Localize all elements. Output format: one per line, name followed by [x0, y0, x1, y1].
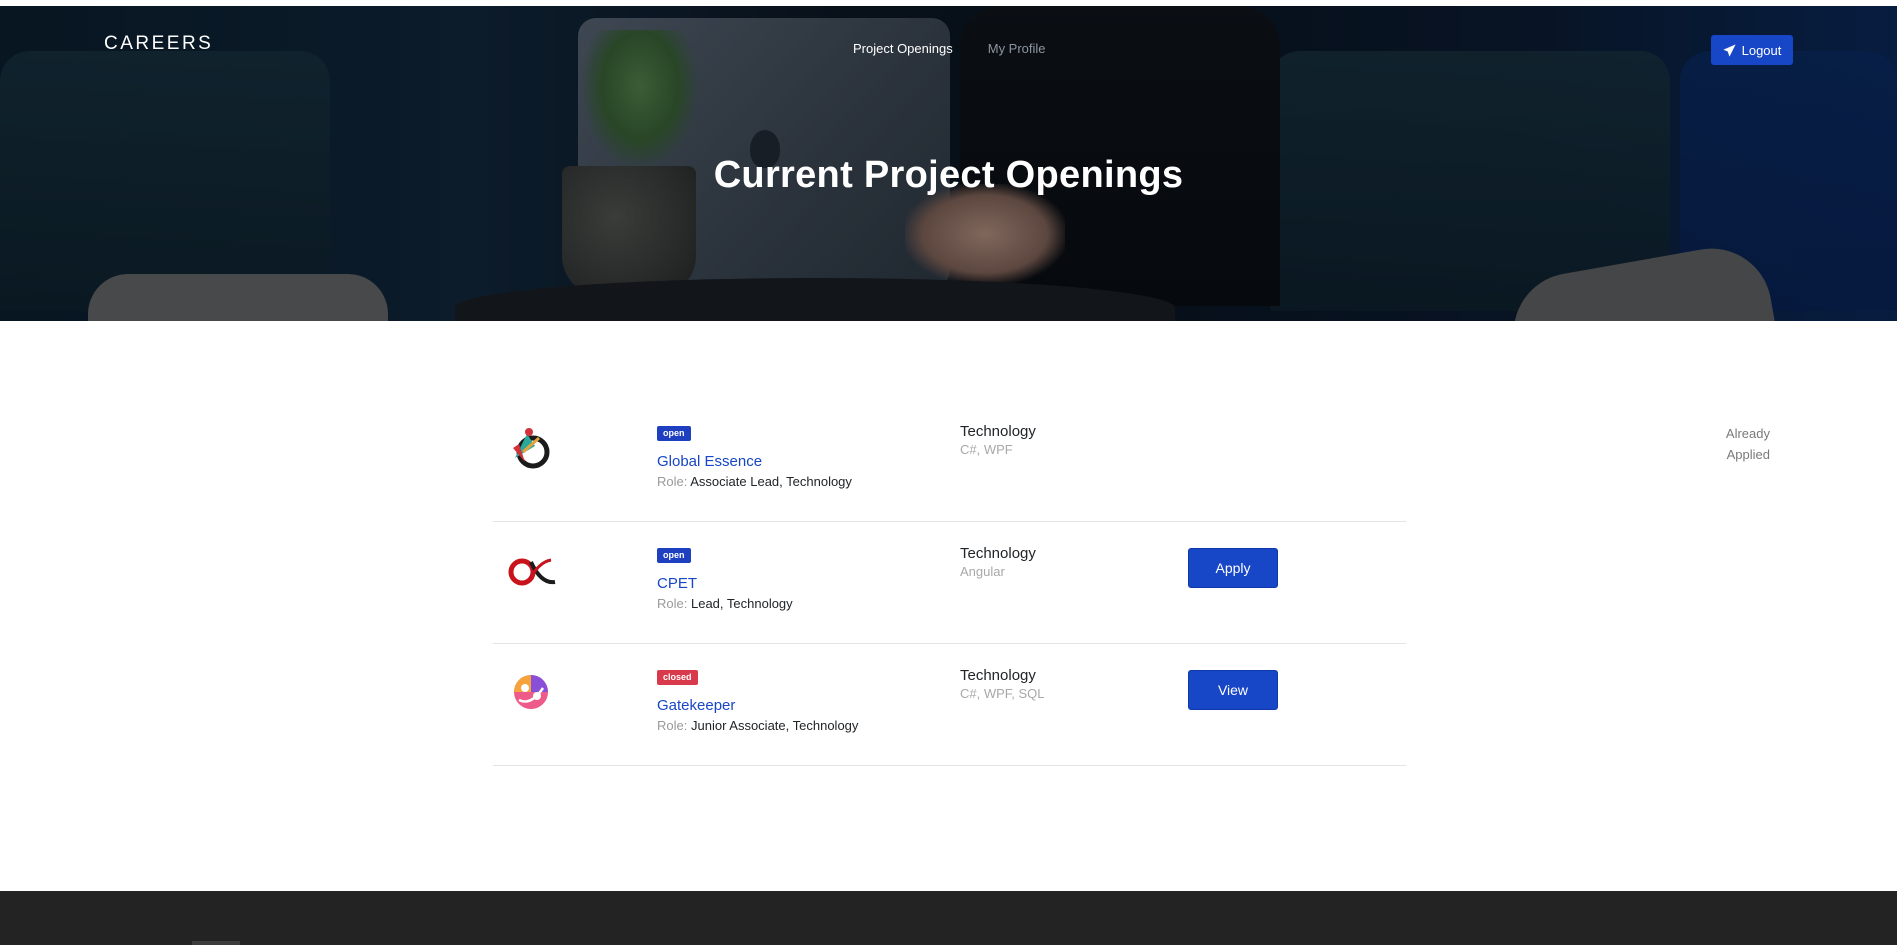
logout-button[interactable]: Logout [1711, 35, 1793, 65]
already-applied-line-1: Already [1725, 426, 1770, 441]
global-essence-logo-icon [513, 428, 550, 469]
apply-button[interactable]: Apply [1188, 548, 1278, 588]
nav-link-my-profile[interactable]: My Profile [988, 41, 1046, 56]
project-name-link[interactable]: Gatekeeper [657, 697, 735, 714]
status-badge: open [657, 426, 691, 441]
cpet-logo-icon [508, 558, 556, 586]
project-tech-stack: C#, WPF, SQL [960, 686, 1045, 701]
view-button[interactable]: View [1188, 670, 1278, 710]
already-applied-line-2: Applied [1726, 447, 1770, 462]
project-tech-stack: C#, WPF [960, 442, 1013, 457]
project-row: open Global Essence Role: Associate Lead… [493, 400, 1770, 522]
role-label: Role: [657, 596, 688, 611]
status-badge: closed [657, 670, 698, 685]
page-title: Current Project Openings [713, 154, 1184, 196]
project-row: open CPET Role: Lead, Technology Technol… [493, 522, 1406, 644]
role-value: Associate Lead, Technology [690, 474, 852, 489]
project-row: closed Gatekeeper Role: Junior Associate… [493, 644, 1406, 766]
project-name-link[interactable]: CPET [657, 575, 697, 592]
project-department: Technology [960, 423, 1036, 440]
project-role: Role: Associate Lead, Technology [657, 474, 852, 489]
nav-link-project-openings[interactable]: Project Openings [853, 41, 953, 56]
project-role: Role: Junior Associate, Technology [657, 718, 858, 733]
navbar: CAREERS Project Openings My Profile Logo… [0, 6, 1897, 80]
brand-logo[interactable]: CAREERS [104, 33, 213, 55]
gatekeeper-logo-icon [514, 675, 548, 709]
nav-links: Project Openings My Profile [853, 41, 1046, 56]
project-tech-stack: Angular [960, 564, 1005, 579]
paper-plane-icon [1722, 43, 1736, 57]
role-label: Role: [657, 474, 688, 489]
footer [0, 891, 1897, 945]
project-department: Technology [960, 667, 1036, 684]
role-value: Lead, Technology [690, 596, 793, 611]
already-applied-text: Already Applied [1698, 423, 1770, 465]
role-value: Junior Associate, Technology [690, 718, 859, 733]
role-label: Role: [657, 718, 688, 733]
project-list: open Global Essence Role: Associate Lead… [493, 400, 1770, 766]
project-department: Technology [960, 545, 1036, 562]
logout-label: Logout [1741, 42, 1782, 58]
project-role: Role: Lead, Technology [657, 596, 793, 611]
status-badge: open [657, 548, 691, 563]
project-name-link[interactable]: Global Essence [657, 453, 762, 470]
footer-divider [192, 941, 240, 945]
